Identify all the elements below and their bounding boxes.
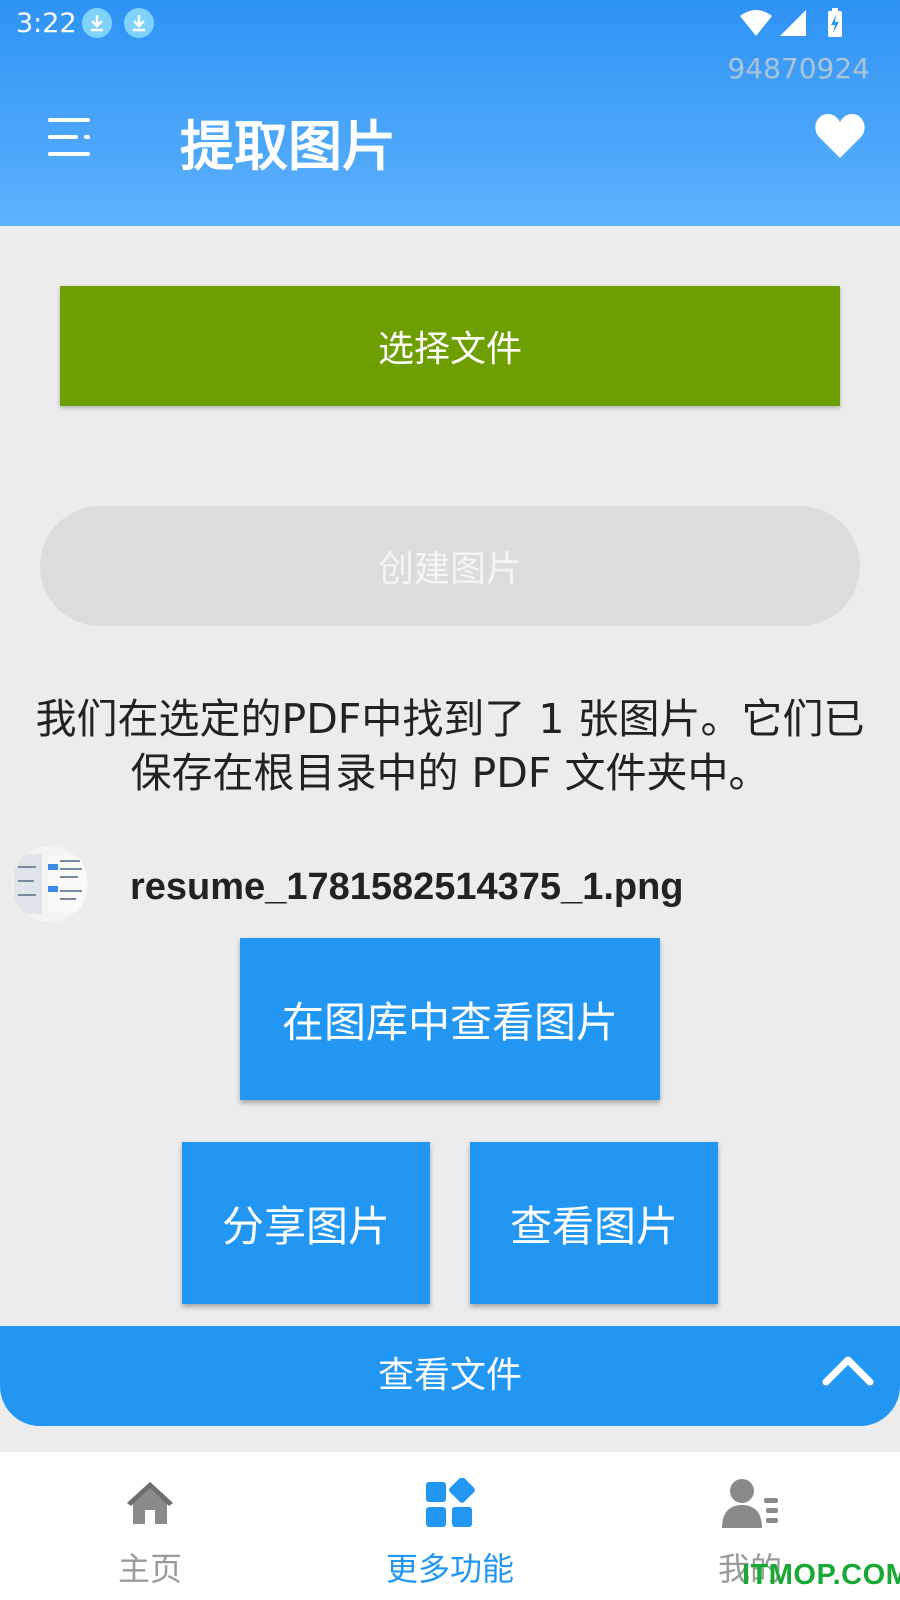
- page-title: 提取图片: [180, 115, 396, 178]
- view-in-gallery-button[interactable]: 在图库中查看图片: [240, 938, 660, 1100]
- view-files-bar[interactable]: 查看文件: [0, 1326, 900, 1426]
- view-files-label: 查看文件: [377, 1355, 522, 1396]
- status-time: 3:22: [16, 8, 77, 39]
- download-icon: [124, 8, 154, 38]
- profile-icon: [722, 1479, 778, 1528]
- menu-icon[interactable]: [48, 118, 94, 158]
- file-name[interactable]: resume_1781582514375_1.png: [130, 866, 684, 909]
- status-icons: [740, 8, 842, 37]
- chevron-up-icon[interactable]: [822, 1352, 874, 1386]
- result-message: 我们在选定的PDF中找到了 1 张图片。它们已保存在根目录中的 PDF 文件夹中…: [35, 695, 865, 797]
- download-icon: [82, 8, 112, 38]
- create-image-button[interactable]: 创建图片: [40, 506, 860, 626]
- select-file-button[interactable]: 选择文件: [60, 286, 840, 406]
- wifi-icon: [740, 10, 772, 36]
- file-thumbnail[interactable]: [12, 846, 88, 922]
- build-id: 94870924: [727, 52, 870, 85]
- signal-icon: [780, 10, 806, 36]
- view-image-button[interactable]: 查看图片: [470, 1142, 718, 1304]
- home-icon: [127, 1482, 173, 1524]
- watermark: ITMOP.COM: [742, 1559, 900, 1591]
- heart-icon[interactable]: [814, 112, 866, 160]
- nav-item-home[interactable]: 主页: [0, 1452, 300, 1600]
- nav-label-home: 主页: [117, 1550, 182, 1588]
- battery-charging-icon: [828, 8, 842, 37]
- nav-item-more[interactable]: 更多功能: [300, 1452, 600, 1600]
- grid-icon: [426, 1478, 475, 1527]
- app-header: 3:22 94870924 提取图片: [0, 0, 900, 226]
- nav-label-more: 更多功能: [385, 1550, 514, 1588]
- share-image-button[interactable]: 分享图片: [182, 1142, 430, 1304]
- content-panel: [0, 226, 900, 1454]
